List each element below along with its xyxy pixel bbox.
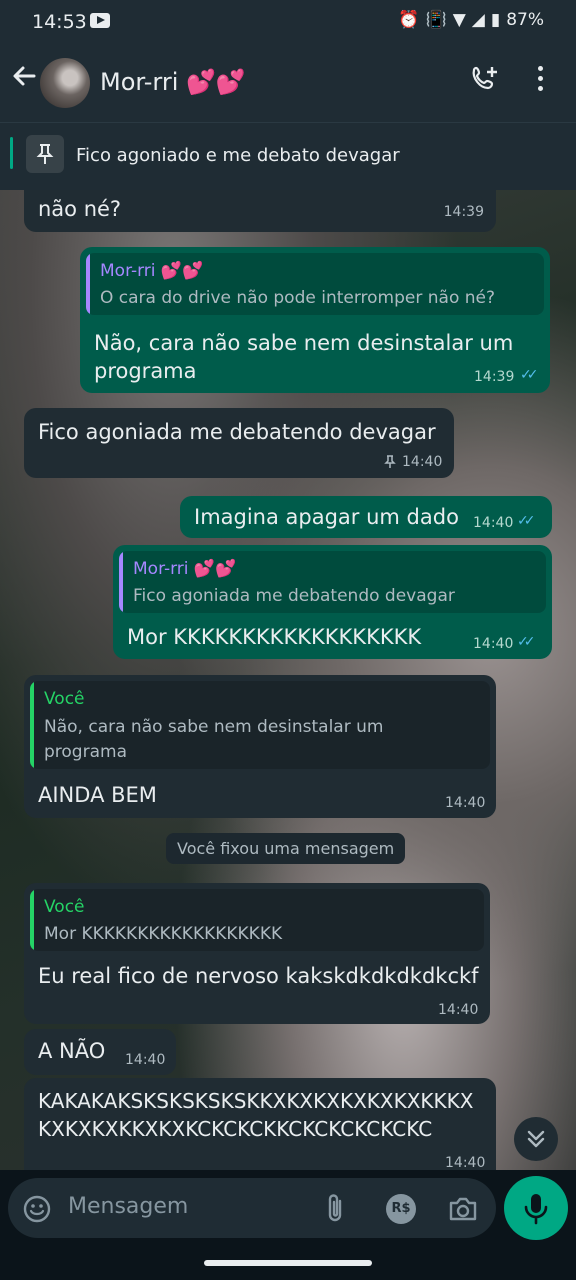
- pin-indicator: [10, 137, 13, 169]
- quoted-text-line: programa: [44, 742, 127, 762]
- quoted-text-line: Não, cara não sabe nem desinstalar um: [44, 717, 384, 737]
- quoted-text: Fico agoniada me debatendo devagar: [133, 586, 455, 606]
- read-ticks-icon: ✓✓: [520, 367, 539, 383]
- quoted-message[interactable]: Mor-rri 💕💕 O cara do drive não pode inte…: [86, 253, 544, 315]
- message-outgoing[interactable]: Imagina apagar um dado 14:40 ✓✓: [180, 496, 552, 538]
- message-time: 14:39: [474, 369, 515, 385]
- quoted-message[interactable]: Você Mor KKKKKKKKKKKKKKKKKK: [30, 889, 484, 951]
- quoted-text: O cara do drive não pode interromper não…: [100, 288, 496, 308]
- message-text: AINDA BEM: [38, 783, 157, 807]
- quoted-message[interactable]: Você Não, cara não sabe nem desinstalar …: [30, 681, 490, 769]
- message-incoming[interactable]: Você Mor KKKKKKKKKKKKKKKKKK Eu real fico…: [24, 883, 490, 1024]
- wifi-icon: ▼: [452, 10, 472, 30]
- message-text: Imagina apagar um dado: [194, 505, 459, 529]
- message-outgoing[interactable]: Mor-rri 💕💕 O cara do drive não pode inte…: [80, 247, 550, 393]
- quoted-sender: Mor-rri 💕💕: [100, 261, 204, 281]
- pin-icon: [26, 135, 64, 173]
- message-text: não né?: [38, 197, 122, 221]
- message-text-line: programa: [94, 359, 197, 383]
- add-call-icon[interactable]: [470, 64, 500, 94]
- message-time: 14:40: [438, 1002, 479, 1018]
- message-incoming[interactable]: Fico agoniada me debatendo devagar 14:40: [24, 408, 454, 478]
- battery-percent: 87%: [506, 10, 544, 30]
- message-incoming[interactable]: A NÃO 14:40: [24, 1029, 176, 1075]
- message-text: A NÃO: [38, 1039, 106, 1063]
- home-gesture-bar[interactable]: [204, 1260, 372, 1266]
- pinned-message-bar[interactable]: Fico agoniado e me debato devagar: [0, 122, 576, 191]
- chat-header: Mor-rri 💕💕 Fico agoniado e me debato dev…: [0, 46, 576, 190]
- quoted-sender: Você: [44, 689, 85, 709]
- system-message: Você fixou uma mensagem: [166, 833, 406, 864]
- message-incoming[interactable]: não né? 14:39: [24, 190, 496, 232]
- back-arrow-icon[interactable]: [10, 62, 38, 97]
- message-text-line: KAKAKAKSKSKSKSKSKKXKXKXKXKXKXKKKX: [38, 1089, 474, 1113]
- vibrate-icon: 📳: [425, 10, 453, 30]
- input-bar: Mensagem R$: [0, 1170, 576, 1280]
- message-text: Eu real fico de nervoso kakskdkdkdkdkckf: [38, 964, 479, 988]
- camera-icon[interactable]: [448, 1195, 478, 1227]
- read-ticks-icon: ✓✓: [517, 634, 536, 650]
- payment-icon[interactable]: R$: [386, 1194, 416, 1224]
- quoted-sender: Mor-rri 💕💕: [133, 559, 237, 579]
- message-time: 14:40: [402, 454, 443, 470]
- quoted-message[interactable]: Mor-rri 💕💕 Fico agoniada me debatendo de…: [119, 551, 546, 613]
- pinned-icon: [384, 454, 396, 473]
- microphone-icon: [524, 1194, 548, 1225]
- microphone-button[interactable]: [504, 1176, 568, 1240]
- youtube-notification-icon: [90, 13, 110, 28]
- message-text: Fico agoniada me debatendo devagar: [38, 420, 436, 444]
- quoted-text: Mor KKKKKKKKKKKKKKKKKK: [44, 924, 283, 944]
- message-time: 14:39: [443, 204, 484, 220]
- status-time: 14:53: [32, 11, 87, 33]
- status-bar: 14:53 ⏰📳▼◢▮87%: [0, 0, 576, 46]
- message-input[interactable]: Mensagem: [68, 1194, 188, 1219]
- message-incoming[interactable]: Você Não, cara não sabe nem desinstalar …: [24, 675, 496, 818]
- battery-icon: ▮: [490, 10, 507, 30]
- quoted-sender: Você: [44, 897, 85, 917]
- emoji-icon[interactable]: [22, 1194, 52, 1228]
- message-outgoing[interactable]: Mor-rri 💕💕 Fico agoniada me debatendo de…: [113, 545, 552, 659]
- status-icons: ⏰📳▼◢▮87%: [398, 10, 544, 30]
- alarm-icon: ⏰: [398, 10, 426, 30]
- message-time: 14:40: [125, 1052, 166, 1068]
- contact-name[interactable]: Mor-rri 💕💕: [100, 68, 246, 96]
- message-time: 14:40: [473, 636, 514, 652]
- more-options-icon[interactable]: [536, 66, 544, 96]
- pinned-message-text: Fico agoniado e me debato devagar: [76, 145, 400, 166]
- message-time: 14:40: [445, 795, 486, 811]
- message-text: Mor KKKKKKKKKKKKKKKKKK: [127, 625, 422, 649]
- signal-icon: ◢: [471, 10, 491, 30]
- scroll-to-bottom-button[interactable]: [514, 1117, 558, 1161]
- message-input-box[interactable]: Mensagem R$: [8, 1178, 496, 1238]
- message-incoming[interactable]: KAKAKAKSKSKSKSKSKKXKXKXKXKXKXKKKX KXKXKX…: [24, 1078, 496, 1180]
- message-time: 14:40: [445, 1155, 486, 1171]
- contact-avatar[interactable]: [40, 58, 90, 108]
- message-text-line: KXKXKXKKXKXKCKCKCKKCKCKCKCKCKC: [38, 1117, 433, 1141]
- read-ticks-icon: ✓✓: [517, 513, 536, 529]
- message-text-line: Não, cara não sabe nem desinstalar um: [94, 331, 514, 355]
- attach-icon[interactable]: [324, 1192, 348, 1230]
- message-time: 14:40: [473, 515, 514, 531]
- chat-area[interactable]: não né? 14:39 Mor-rri 💕💕 O cara do drive…: [0, 190, 576, 1180]
